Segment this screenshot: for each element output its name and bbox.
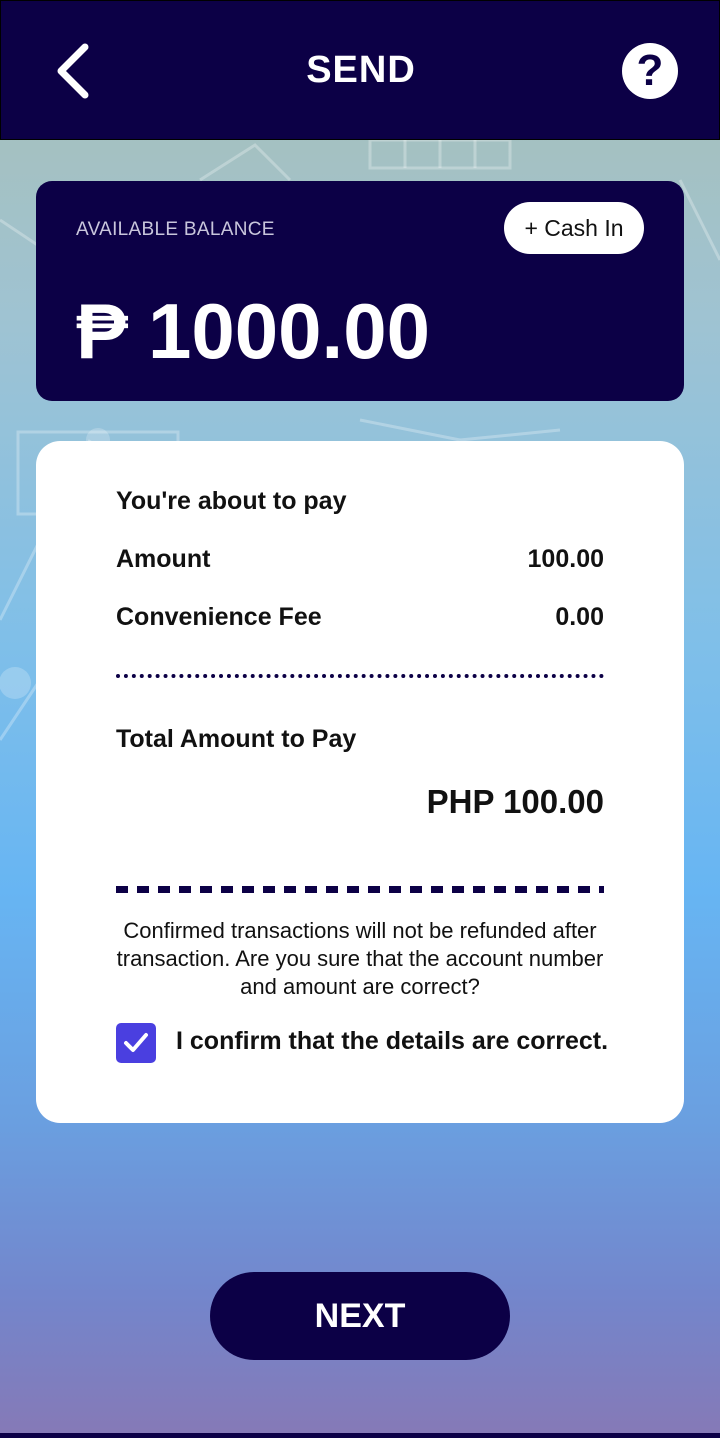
balance-card: AVAILABLE BALANCE + Cash In ₱ 1000.00 — [36, 181, 684, 401]
fee-value: 0.00 — [555, 603, 604, 631]
next-button[interactable]: NEXT — [210, 1272, 510, 1360]
help-button[interactable]: ? — [622, 43, 678, 99]
checkmark-icon — [124, 1033, 148, 1052]
question-circle-icon: ? — [636, 46, 664, 95]
page-title: SEND — [306, 49, 416, 91]
amount-label: Amount — [116, 545, 211, 573]
balance-value: 1000.00 — [148, 287, 430, 375]
balance-label: AVAILABLE BALANCE — [76, 219, 275, 240]
fee-label: Convenience Fee — [116, 603, 322, 631]
total-value: PHP 100.00 — [426, 783, 604, 820]
total-label: Total Amount to Pay — [116, 725, 357, 753]
divider-dotted — [116, 674, 604, 678]
balance-amount: ₱ 1000.00 — [76, 289, 430, 373]
cash-in-button[interactable]: + Cash In — [504, 202, 644, 254]
details-heading: You're about to pay — [116, 487, 347, 515]
divider-dashed — [116, 886, 604, 893]
confirm-checkbox[interactable] — [116, 1023, 156, 1063]
bottom-edge — [0, 1433, 720, 1438]
app-header: SEND ? — [0, 0, 720, 140]
peso-sign: ₱ — [76, 287, 129, 375]
amount-value: 100.00 — [527, 545, 604, 573]
confirm-label[interactable]: I confirm that the details are correct. — [176, 1027, 608, 1056]
refund-warning: Confirmed transactions will not be refun… — [116, 918, 604, 999]
payment-details-card: You're about to pay Amount 100.00 Conven… — [36, 441, 684, 1123]
